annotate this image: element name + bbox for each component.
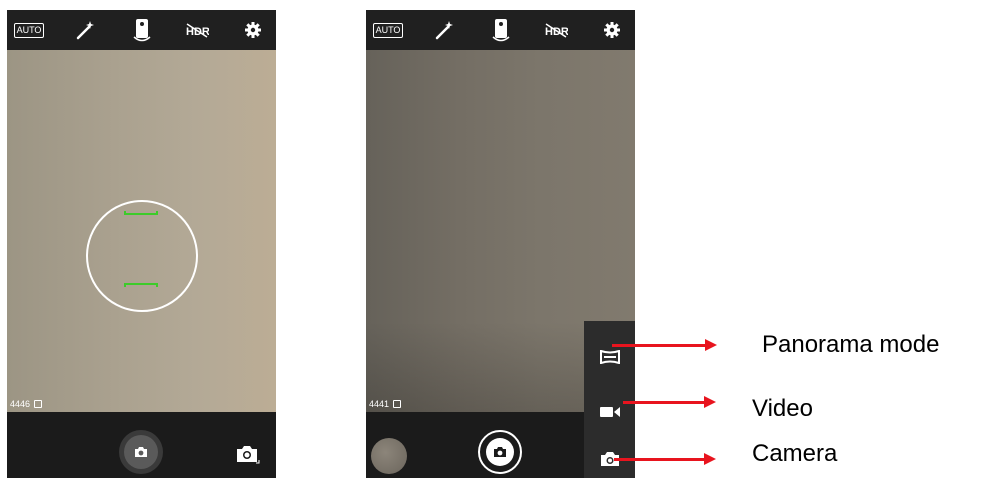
camera-icon [494,447,506,457]
focus-mark-bottom [124,283,158,287]
panorama-mode-button[interactable] [584,337,635,377]
annotation-panorama-mode: Panorama mode [762,331,940,358]
flash-phone-icon[interactable] [486,16,516,44]
auto-label: AUTO [13,22,45,38]
video-mode-button[interactable] [584,392,635,432]
camera-screen-left: AUTO HDR 4446 [7,10,276,478]
video-arrow [623,396,716,408]
magic-wand-icon[interactable] [430,16,460,44]
storage-icon [34,400,43,408]
last-photo-thumbnail[interactable] [371,438,407,474]
photo-count: 4446 [10,399,31,409]
camera-screen-right: AUTO HDR 4441 [366,10,635,478]
camera-icon [237,446,260,464]
camera-toolbar: AUTO HDR [7,10,276,50]
shutter-button[interactable] [478,430,522,474]
panorama-arrow [612,339,717,351]
focus-ring [86,200,198,312]
hdr-off-icon[interactable]: HDR [182,16,212,44]
focus-mark-top [124,211,158,215]
auto-label: AUTO [372,22,404,38]
camera-icon [135,447,147,457]
settings-gear-icon[interactable] [597,16,627,44]
photo-count: 4441 [369,399,390,409]
annotation-camera: Camera [752,440,838,467]
flash-phone-icon[interactable] [127,16,157,44]
photo-counter: 4446 [10,399,43,409]
hdr-off-icon[interactable]: HDR [541,16,571,44]
shutter-inner [124,435,158,469]
camera-arrow [614,453,716,465]
mode-switch-button[interactable] [236,444,260,469]
auto-mode-button[interactable]: AUTO [13,16,45,44]
storage-icon [393,400,402,408]
photo-counter: 4441 [369,399,402,409]
shutter-button[interactable] [119,430,163,474]
panorama-icon [599,350,620,364]
camera-toolbar: AUTO HDR [366,10,635,50]
shutter-inner [486,438,514,466]
magic-wand-icon[interactable] [71,16,101,44]
annotation-video: Video [752,395,813,422]
settings-gear-icon[interactable] [238,16,268,44]
auto-mode-button[interactable]: AUTO [372,16,404,44]
video-camera-icon [599,407,620,417]
